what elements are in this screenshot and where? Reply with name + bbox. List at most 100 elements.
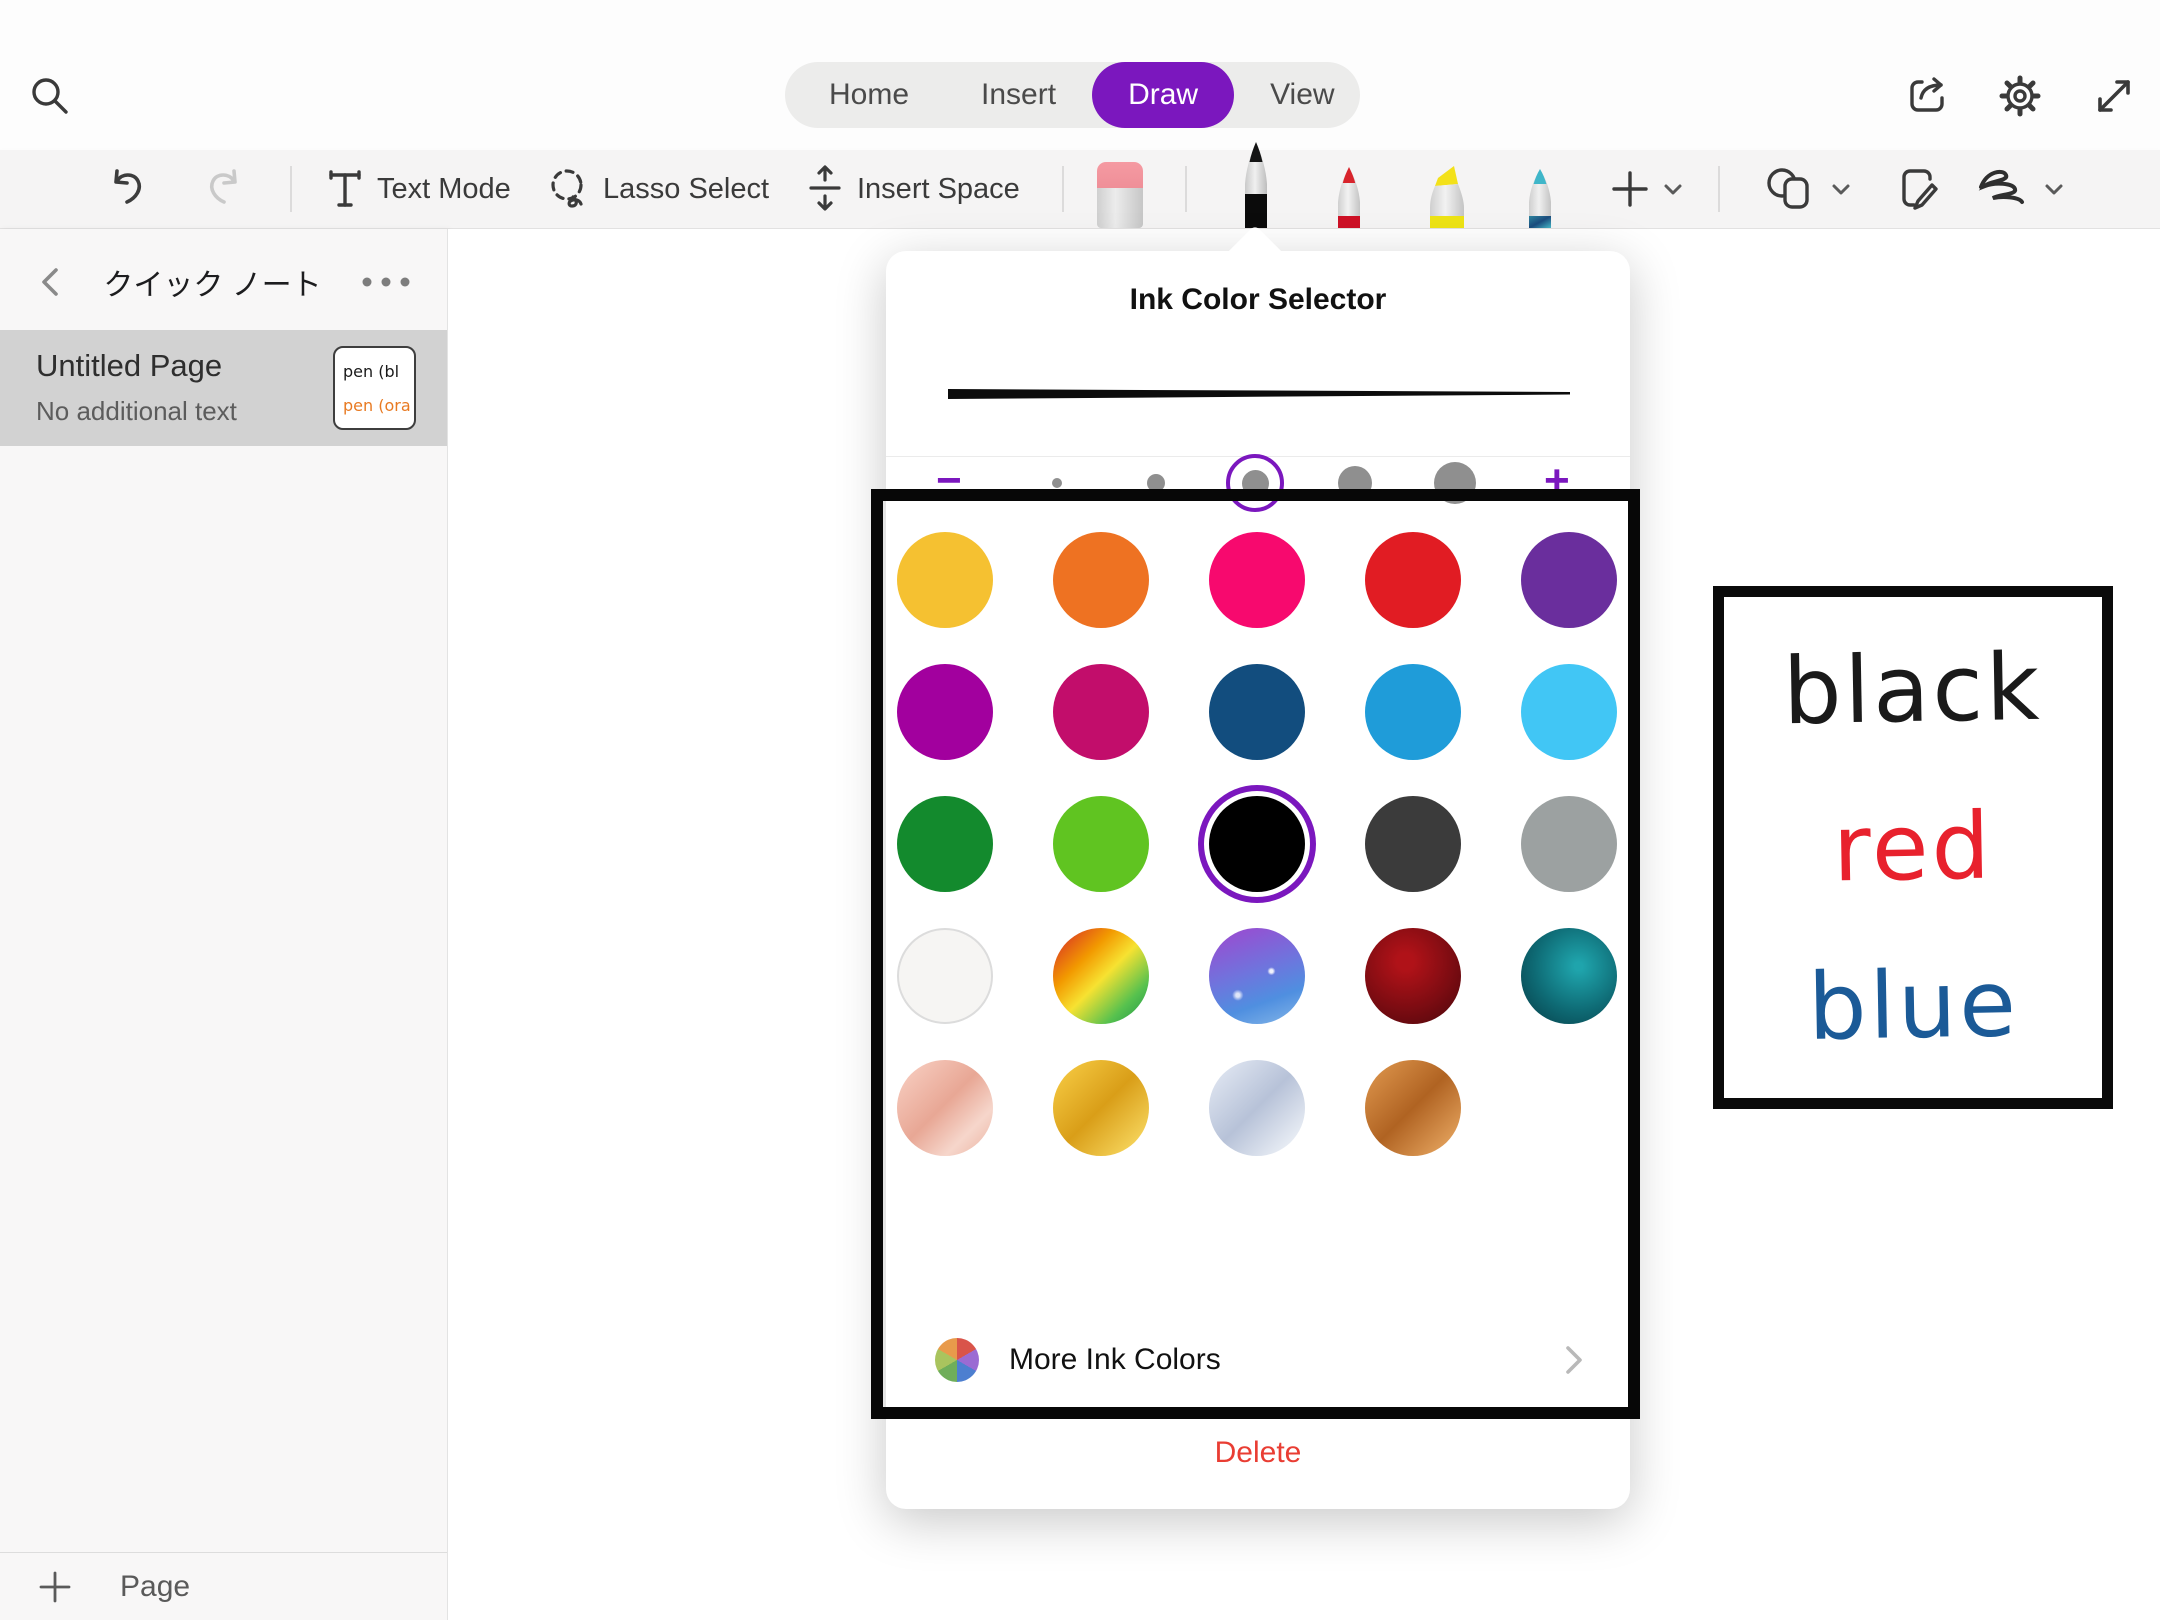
increase-thickness-button[interactable]: + xyxy=(1544,459,1570,503)
thickness-selected-ring xyxy=(1226,454,1284,512)
eraser-tool[interactable] xyxy=(1097,162,1143,228)
yellow-highlighter-tool[interactable] xyxy=(1422,162,1472,228)
text-mode-button[interactable]: Text Mode xyxy=(325,150,511,228)
insert-space-label: Insert Space xyxy=(857,173,1020,206)
chevron-right-icon xyxy=(1558,1340,1588,1380)
color-swatch-silver[interactable] xyxy=(1209,1060,1305,1156)
decrease-thickness-button[interactable]: − xyxy=(936,459,962,503)
color-swatch-teal-marble[interactable] xyxy=(1521,928,1617,1024)
page-subtitle: No additional text xyxy=(36,396,237,427)
redo-button[interactable] xyxy=(198,150,246,228)
thickness-selector: − + xyxy=(886,457,1630,509)
ink-color-selector-popup: Ink Color Selector − + More Ink Colors D… xyxy=(886,251,1630,1509)
add-page-label: Page xyxy=(120,1570,190,1604)
handwritten-word-red: red xyxy=(1832,793,1994,903)
red-pen-tool[interactable] xyxy=(1330,164,1368,228)
expand-icon[interactable] xyxy=(2090,72,2138,120)
sidebar-header: クイック ノート xyxy=(0,247,447,317)
delete-pen-button[interactable]: Delete xyxy=(886,1423,1630,1483)
toolbar-divider xyxy=(1185,166,1187,212)
tab-home[interactable]: Home xyxy=(793,62,945,128)
color-swatch-gold-yellow[interactable] xyxy=(897,532,993,628)
thumbnail-line-2: pen (ora xyxy=(343,389,414,423)
add-pen-button[interactable] xyxy=(1608,150,1686,228)
color-swatch-white[interactable] xyxy=(897,928,993,1024)
squiggle-icon xyxy=(1975,165,2033,213)
color-swatch-gray[interactable] xyxy=(1521,796,1617,892)
chevron-down-icon xyxy=(1828,176,1854,202)
chevron-down-icon xyxy=(1660,176,1686,202)
color-swatch-copper[interactable] xyxy=(1365,1060,1461,1156)
color-swatch-purple[interactable] xyxy=(1521,532,1617,628)
handwritten-word-black: black xyxy=(1782,634,2043,746)
plus-icon xyxy=(36,1568,74,1606)
tab-view[interactable]: View xyxy=(1234,62,1370,128)
color-swatch-magenta[interactable] xyxy=(897,664,993,760)
thumbnail-line-1: pen (bl xyxy=(343,355,414,389)
plus-icon xyxy=(1608,167,1652,211)
thickness-dot-2[interactable] xyxy=(1147,474,1165,492)
top-header: Home Insert Draw View xyxy=(0,0,2160,150)
color-swatch-sky-blue[interactable] xyxy=(1521,664,1617,760)
color-swatch-light-green[interactable] xyxy=(1053,796,1149,892)
black-pen-tool-selected[interactable] xyxy=(1235,140,1277,228)
tab-insert[interactable]: Insert xyxy=(945,62,1092,128)
color-swatch-red[interactable] xyxy=(1365,532,1461,628)
page-pencil-icon xyxy=(1892,163,1944,215)
chevron-down-icon xyxy=(2041,176,2067,202)
color-swatch-galaxy[interactable] xyxy=(1209,928,1305,1024)
delete-label: Delete xyxy=(1215,1436,1302,1470)
undo-button[interactable] xyxy=(105,150,153,228)
color-swatch-dark-gray[interactable] xyxy=(1365,796,1461,892)
settings-icon[interactable] xyxy=(1996,72,2044,120)
color-swatch-black[interactable] xyxy=(1209,796,1305,892)
toolbar-divider xyxy=(1062,166,1064,212)
more-options-icon[interactable] xyxy=(359,272,413,292)
page-thumbnail: pen (bl pen (ora xyxy=(333,346,416,430)
handwriting-annotation-box: black red blue xyxy=(1713,586,2113,1109)
add-page-button[interactable]: Page xyxy=(0,1552,447,1620)
shapes-button[interactable] xyxy=(1760,150,1854,228)
color-swatch-rainbow-glitter[interactable] xyxy=(1053,928,1149,1024)
more-ink-colors-row[interactable]: More Ink Colors xyxy=(886,1327,1630,1393)
toolbar-divider xyxy=(290,166,292,212)
handwritten-word-blue: blue xyxy=(1807,950,2020,1061)
insert-space-button[interactable]: Insert Space xyxy=(805,150,1020,228)
thickness-dot-1[interactable] xyxy=(1052,478,1062,488)
shapes-icon xyxy=(1760,163,1822,215)
ribbon-tabbar: Home Insert Draw View xyxy=(785,62,1360,128)
color-swatch-blue[interactable] xyxy=(1365,664,1461,760)
page-list-item-selected[interactable]: Untitled Page No additional text pen (bl… xyxy=(0,330,447,446)
ink-to-shape-button[interactable] xyxy=(1975,150,2067,228)
color-swatch-rose-gold[interactable] xyxy=(897,1060,993,1156)
onenote-app: Home Insert Draw View xyxy=(0,0,2160,1620)
color-swatch-navy-blue[interactable] xyxy=(1209,664,1305,760)
divider xyxy=(886,1416,1630,1417)
text-mode-label: Text Mode xyxy=(377,173,511,206)
teal-pencil-tool[interactable] xyxy=(1520,166,1560,228)
color-swatch-hot-pink[interactable] xyxy=(1209,532,1305,628)
ink-annotate-button[interactable] xyxy=(1892,150,1944,228)
draw-toolbar: Text Mode Lasso Select Insert Space xyxy=(0,150,2160,229)
lasso-icon xyxy=(545,165,591,213)
insert-space-icon xyxy=(805,164,845,214)
color-grid xyxy=(897,532,1617,1156)
share-icon[interactable] xyxy=(1905,72,1953,120)
color-swatch-gold-texture[interactable] xyxy=(1053,1060,1149,1156)
text-mode-icon xyxy=(325,167,365,211)
lasso-select-button[interactable]: Lasso Select xyxy=(545,150,769,228)
popup-title: Ink Color Selector xyxy=(886,283,1630,317)
back-chevron-icon[interactable] xyxy=(36,262,66,302)
color-swatch-dark-red-marble[interactable] xyxy=(1365,928,1461,1024)
stroke-preview xyxy=(946,384,1570,404)
tab-draw[interactable]: Draw xyxy=(1092,62,1234,128)
color-swatch-orange[interactable] xyxy=(1053,532,1149,628)
thickness-dot-5[interactable] xyxy=(1434,462,1476,504)
toolbar-divider xyxy=(1718,166,1720,212)
more-ink-colors-label: More Ink Colors xyxy=(1009,1343,1558,1377)
color-swatch-dark-pink[interactable] xyxy=(1053,664,1149,760)
search-icon[interactable] xyxy=(28,75,72,119)
color-swatch-green[interactable] xyxy=(897,796,993,892)
thickness-dot-4[interactable] xyxy=(1338,466,1372,500)
lasso-select-label: Lasso Select xyxy=(603,173,769,206)
